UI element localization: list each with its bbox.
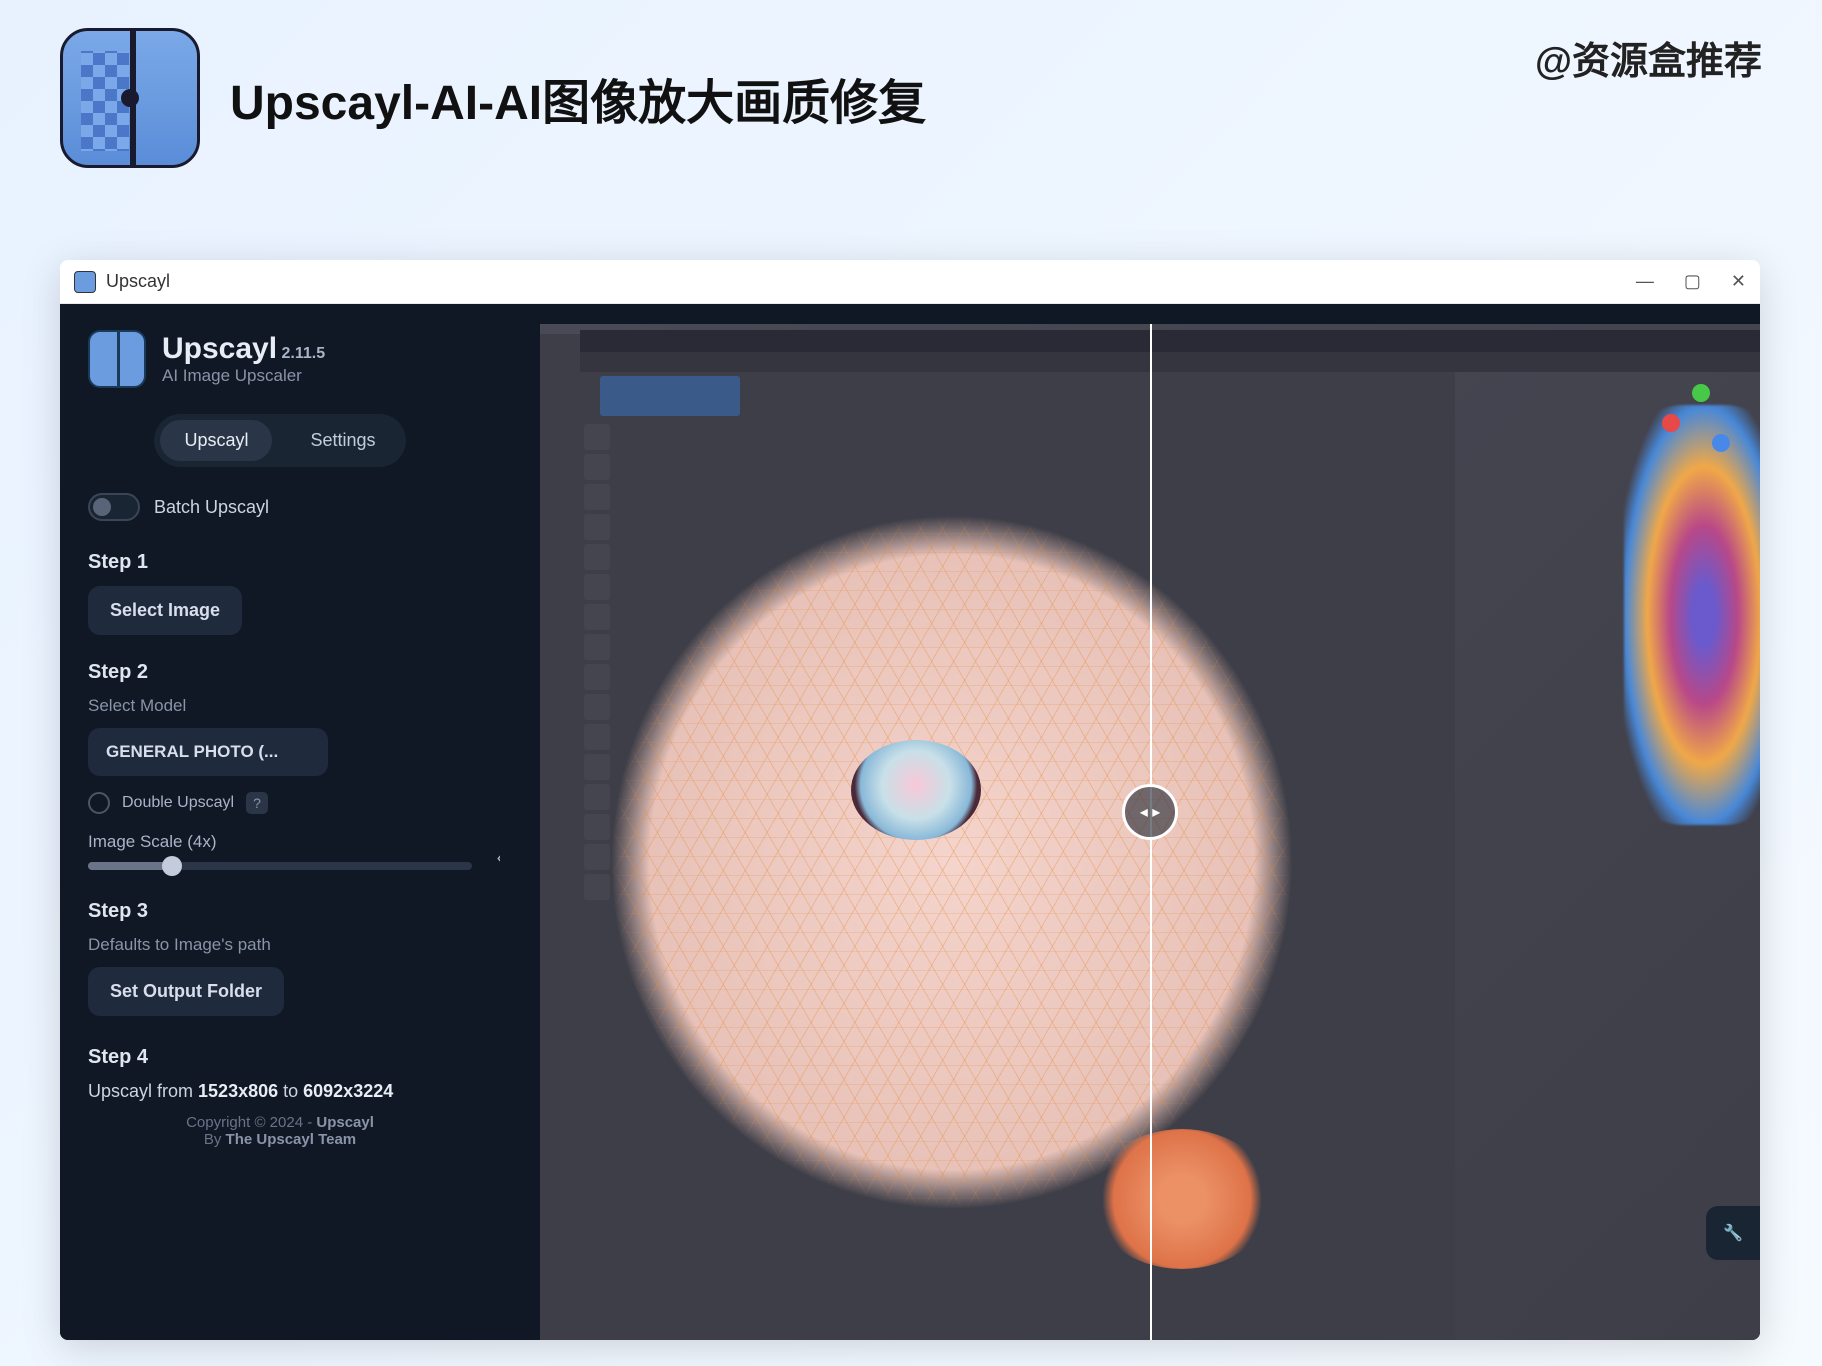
- window-title: Upscayl: [106, 271, 170, 292]
- close-button[interactable]: ✕: [1731, 271, 1746, 292]
- double-upscayl-label: Double Upscayl: [122, 794, 234, 812]
- app-logo-icon: [60, 28, 200, 168]
- window-titlebar: Upscayl — ▢ ✕: [60, 260, 1760, 304]
- brand-name: Upscayl: [162, 332, 277, 365]
- double-upscayl-checkbox[interactable]: [88, 792, 110, 814]
- credits: Copyright © 2024 - Upscayl By The Upscay…: [88, 1114, 472, 1148]
- image-scale-label: Image Scale (4x): [88, 832, 472, 852]
- step3-label: Step 3: [88, 900, 472, 923]
- step3-desc: Defaults to Image's path: [88, 935, 472, 955]
- image-scale-slider[interactable]: [88, 862, 472, 870]
- tab-upscayl[interactable]: Upscayl: [160, 420, 272, 461]
- step1-label: Step 1: [88, 551, 472, 574]
- page-title: Upscayl-AI-AI图像放大画质修复: [230, 63, 926, 133]
- page-header: Upscayl-AI-AI图像放大画质修复: [0, 0, 1822, 188]
- step2-label: Step 2: [88, 661, 472, 684]
- preview-canvas[interactable]: ◂ ▸: [540, 324, 1760, 1340]
- tab-settings[interactable]: Settings: [286, 420, 399, 461]
- set-output-folder-button[interactable]: Set Output Folder: [88, 967, 284, 1016]
- brand-subtitle: AI Image Upscaler: [162, 366, 325, 386]
- select-image-button[interactable]: Select Image: [88, 586, 242, 635]
- double-upscayl-help[interactable]: ?: [246, 792, 268, 814]
- tab-bar: Upscayl Settings: [154, 414, 405, 467]
- attribution-text: @资源盒推荐: [1535, 30, 1762, 85]
- brand-version: 2.11.5: [282, 345, 326, 362]
- comparison-slider-handle[interactable]: ◂ ▸: [1122, 784, 1178, 840]
- batch-toggle[interactable]: [88, 493, 140, 521]
- step4-resolution-line: Upscayl from 1523x806 to 6092x3224: [88, 1081, 472, 1102]
- titlebar-app-icon: [74, 271, 96, 293]
- step4-label: Step 4: [88, 1046, 472, 1069]
- tools-button[interactable]: 🔧: [1706, 1206, 1760, 1260]
- model-select[interactable]: GENERAL PHOTO (...: [88, 728, 328, 776]
- image-viewer: ◂ ▸ 🔧: [500, 304, 1760, 1340]
- minimize-button[interactable]: —: [1636, 271, 1654, 292]
- batch-label: Batch Upscayl: [154, 497, 269, 518]
- app-window: Upscayl — ▢ ✕ Upscayl 2.11.5 AI Image Up…: [60, 260, 1760, 1340]
- maximize-button[interactable]: ▢: [1684, 271, 1701, 292]
- sidebar: Upscayl 2.11.5 AI Image Upscaler Upscayl…: [60, 304, 500, 1340]
- viewport-gizmo-icon: [1662, 384, 1742, 464]
- brand-block: Upscayl 2.11.5 AI Image Upscaler: [88, 330, 472, 388]
- brand-logo-icon: [88, 330, 146, 388]
- wrench-icon: 🔧: [1723, 1223, 1743, 1243]
- step2-desc: Select Model: [88, 696, 472, 716]
